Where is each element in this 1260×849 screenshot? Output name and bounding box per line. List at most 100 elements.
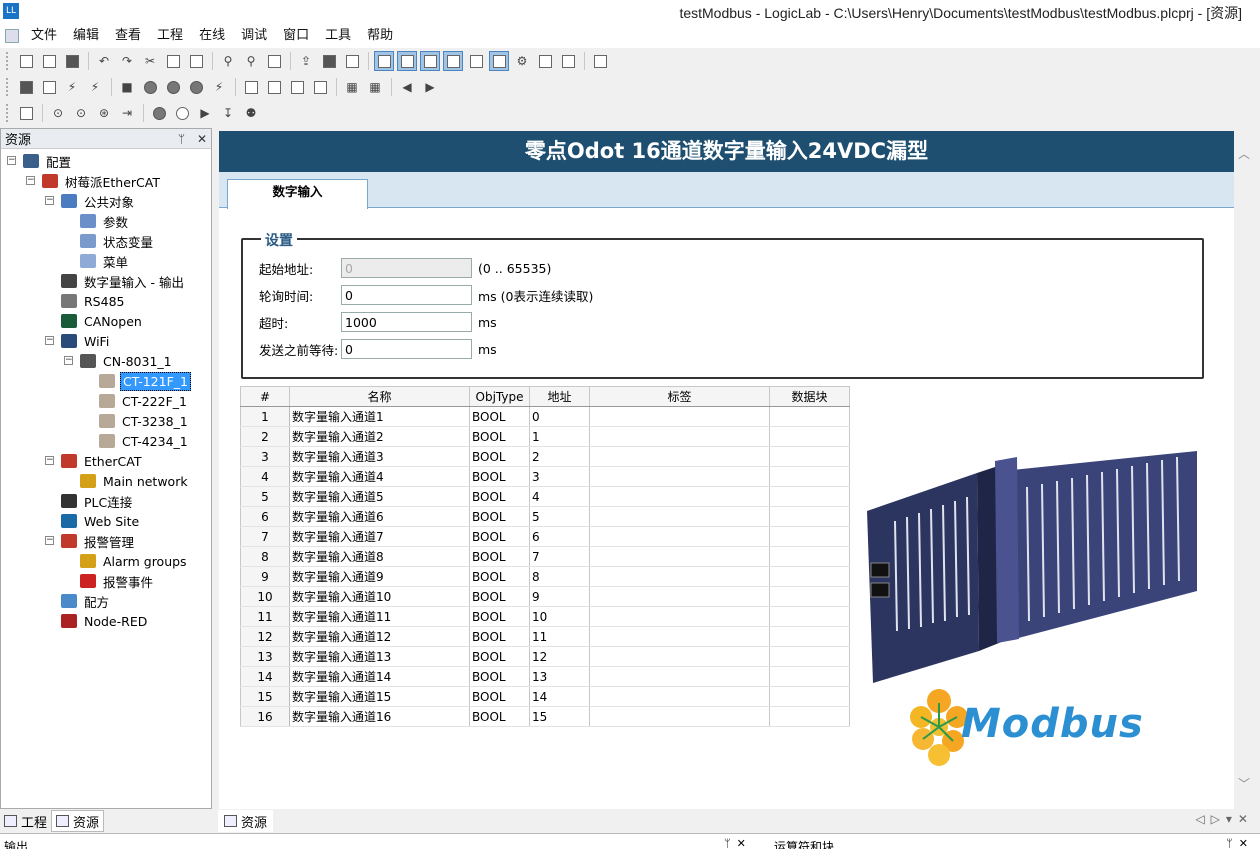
channel-name[interactable]: 数字量输入通道7 bbox=[289, 526, 470, 547]
data-block[interactable] bbox=[769, 626, 850, 647]
tag[interactable] bbox=[589, 566, 770, 587]
row-number[interactable]: 10 bbox=[240, 586, 290, 607]
new-project-icon[interactable] bbox=[16, 51, 36, 71]
address[interactable]: 9 bbox=[529, 586, 590, 607]
column-header[interactable]: 名称 bbox=[289, 386, 470, 407]
column-header[interactable]: # bbox=[240, 386, 290, 407]
redo-icon[interactable]: ↷ bbox=[117, 51, 137, 71]
scroll-up-icon[interactable]: ︿ bbox=[1238, 145, 1250, 162]
collapse-toggle-icon[interactable]: − bbox=[7, 156, 16, 165]
menu-file[interactable]: 文件 bbox=[23, 25, 65, 47]
tag[interactable] bbox=[589, 506, 770, 527]
tree-item-cn-8031-1[interactable]: − CN-8031_1 bbox=[64, 351, 174, 371]
tree-item-状态变量[interactable]: 状态变量 bbox=[80, 231, 155, 251]
tree-item-alarm-groups[interactable]: Alarm groups bbox=[80, 551, 189, 571]
obj-type[interactable]: BOOL bbox=[469, 566, 530, 587]
data-block[interactable] bbox=[769, 486, 850, 507]
menu-debug[interactable]: 调试 bbox=[233, 25, 275, 47]
data-block[interactable] bbox=[769, 466, 850, 487]
navigate-forward-icon[interactable]: ▶ bbox=[420, 77, 440, 97]
address[interactable]: 14 bbox=[529, 686, 590, 707]
table-row[interactable]: 3 数字量输入通道3 BOOL 2 bbox=[240, 446, 850, 467]
find-icon[interactable]: ⚲ bbox=[218, 51, 238, 71]
channel-name[interactable]: 数字量输入通道14 bbox=[289, 666, 470, 687]
scroll-down-icon[interactable]: ﹀ bbox=[1238, 775, 1250, 792]
data-block[interactable] bbox=[769, 566, 850, 587]
obj-type[interactable]: BOOL bbox=[469, 446, 530, 467]
full-screen-icon[interactable] bbox=[590, 51, 610, 71]
import-icon[interactable]: ⇪ bbox=[296, 51, 316, 71]
toolbar-grip[interactable] bbox=[6, 52, 10, 70]
tree-item-报警管理[interactable]: − 报警管理 bbox=[45, 531, 136, 551]
tag[interactable] bbox=[589, 426, 770, 447]
tag[interactable] bbox=[589, 586, 770, 607]
tree-item-main-network[interactable]: Main network bbox=[80, 471, 190, 491]
row-number[interactable]: 1 bbox=[240, 406, 290, 427]
data-block[interactable] bbox=[769, 546, 850, 567]
stop-icon[interactable]: ■ bbox=[117, 77, 137, 97]
row-number[interactable]: 4 bbox=[240, 466, 290, 487]
collapse-toggle-icon[interactable]: − bbox=[64, 356, 73, 365]
collapse-toggle-icon[interactable]: − bbox=[26, 176, 35, 185]
data-block[interactable] bbox=[769, 406, 850, 427]
column-header[interactable]: 地址 bbox=[529, 386, 590, 407]
find-in-project-icon[interactable] bbox=[264, 51, 284, 71]
output-pin-icon[interactable]: ᛘ✕ bbox=[724, 837, 752, 849]
obj-type[interactable]: BOOL bbox=[469, 626, 530, 647]
data-block[interactable] bbox=[769, 426, 850, 447]
collapse-toggle-icon[interactable]: − bbox=[45, 336, 54, 345]
column-header[interactable]: ObjType bbox=[469, 386, 530, 407]
view-watch-icon[interactable] bbox=[443, 51, 463, 71]
channel-name[interactable]: 数字量输入通道9 bbox=[289, 566, 470, 587]
vertical-scrollbar[interactable]: ︿ ﹀ bbox=[1234, 131, 1254, 809]
run-icon[interactable]: ▶ bbox=[195, 103, 215, 123]
network-icon[interactable] bbox=[16, 103, 36, 123]
obj-type[interactable]: BOOL bbox=[469, 486, 530, 507]
obj-type[interactable]: BOOL bbox=[469, 466, 530, 487]
cut-icon[interactable]: ✂ bbox=[140, 51, 160, 71]
tag[interactable] bbox=[589, 466, 770, 487]
tree-item-web-site[interactable]: Web Site bbox=[61, 511, 141, 531]
table-row[interactable]: 2 数字量输入通道2 BOOL 1 bbox=[240, 426, 850, 447]
obj-type[interactable]: BOOL bbox=[469, 586, 530, 607]
print-icon[interactable] bbox=[319, 51, 339, 71]
tag[interactable] bbox=[589, 646, 770, 667]
obj-type[interactable]: BOOL bbox=[469, 686, 530, 707]
tree-item-ct-4234-1[interactable]: CT-4234_1 bbox=[99, 431, 190, 451]
download-icon[interactable] bbox=[241, 77, 261, 97]
print-preview-icon[interactable] bbox=[342, 51, 362, 71]
tree-item-node-red[interactable]: Node-RED bbox=[61, 611, 149, 631]
tree-item-公共对象[interactable]: − 公共对象 bbox=[45, 191, 136, 211]
data-block[interactable] bbox=[769, 526, 850, 547]
obj-type[interactable]: BOOL bbox=[469, 526, 530, 547]
settings-gear-icon[interactable]: ⚙ bbox=[512, 51, 532, 71]
tab-digital-input[interactable]: 数字输入 bbox=[227, 179, 368, 209]
menu-view[interactable]: 查看 bbox=[107, 25, 149, 47]
tree-item-数字量输入-输出[interactable]: 数字量输入 - 输出 bbox=[61, 271, 186, 291]
obj-type[interactable]: BOOL bbox=[469, 406, 530, 427]
data-block[interactable] bbox=[769, 606, 850, 627]
channel-name[interactable]: 数字量输入通道1 bbox=[289, 406, 470, 427]
channel-name[interactable]: 数字量输入通道6 bbox=[289, 506, 470, 527]
build-all-icon[interactable] bbox=[39, 77, 59, 97]
tree-item-rs485[interactable]: RS485 bbox=[61, 291, 126, 311]
tag[interactable] bbox=[589, 486, 770, 507]
undo-icon[interactable]: ↶ bbox=[94, 51, 114, 71]
address[interactable]: 11 bbox=[529, 626, 590, 647]
row-number[interactable]: 8 bbox=[240, 546, 290, 567]
obj-type[interactable]: BOOL bbox=[469, 606, 530, 627]
data-block[interactable] bbox=[769, 686, 850, 707]
row-number[interactable]: 6 bbox=[240, 506, 290, 527]
row-number[interactable]: 15 bbox=[240, 686, 290, 707]
warm-restart-icon[interactable] bbox=[163, 77, 183, 97]
address[interactable]: 15 bbox=[529, 706, 590, 727]
collapse-toggle-icon[interactable]: − bbox=[45, 536, 54, 545]
menu-window[interactable]: 窗口 bbox=[275, 25, 317, 47]
disconnect-icon[interactable]: ⚡ bbox=[85, 77, 105, 97]
row-number[interactable]: 16 bbox=[240, 706, 290, 727]
tree-item-wifi[interactable]: − WiFi bbox=[45, 331, 111, 351]
live-debug-icon[interactable] bbox=[287, 77, 307, 97]
clear-breakpoint-icon[interactable] bbox=[172, 103, 192, 123]
channel-name[interactable]: 数字量输入通道8 bbox=[289, 546, 470, 567]
tree-item-ct-3238-1[interactable]: CT-3238_1 bbox=[99, 411, 190, 431]
